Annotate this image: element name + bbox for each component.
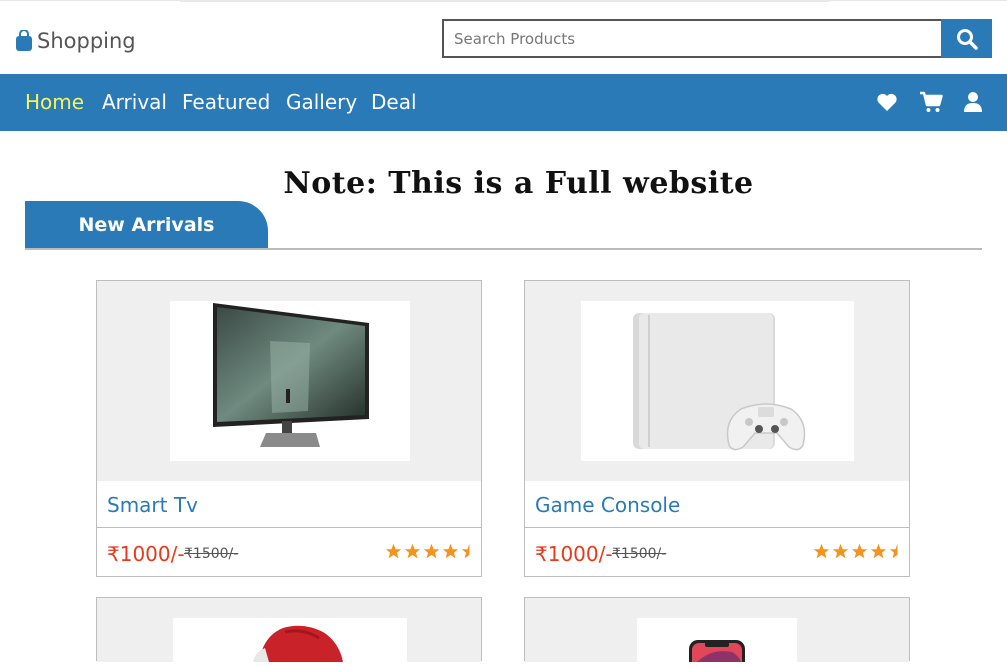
star-half-icon	[889, 543, 898, 559]
product-price: ₹1000/-	[107, 542, 185, 566]
search-button[interactable]	[941, 19, 992, 58]
product-image-area	[525, 281, 909, 481]
product-card[interactable]: Game Console ₹1000/- ₹1500/-	[524, 280, 910, 577]
product-image	[173, 618, 407, 662]
nav-item-gallery[interactable]: Gallery	[286, 90, 357, 114]
section-tabs: New Arrivals	[25, 201, 982, 250]
product-card[interactable]	[96, 597, 482, 662]
product-card[interactable]	[524, 597, 910, 667]
star-rating	[813, 543, 899, 559]
product-image-area	[97, 598, 481, 662]
heart-icon[interactable]	[876, 92, 898, 112]
product-image	[581, 301, 854, 461]
header: Shopping	[0, 4, 1007, 74]
nav-item-featured[interactable]: Featured	[182, 90, 270, 114]
product-image-area	[525, 598, 909, 667]
shoe-image	[253, 625, 343, 662]
user-icon[interactable]	[963, 91, 983, 113]
star-icon	[442, 543, 459, 559]
console-image	[633, 313, 806, 451]
product-image	[637, 618, 797, 667]
product-title[interactable]: Smart Tv	[107, 493, 198, 517]
product-old-price: ₹1500/-	[184, 546, 239, 562]
phone-image	[689, 640, 745, 667]
star-icon	[385, 543, 402, 559]
search-input[interactable]	[442, 19, 941, 58]
shopping-bag-icon	[16, 30, 32, 51]
product-price: ₹1000/-	[535, 542, 613, 566]
star-icon	[870, 543, 887, 559]
logo[interactable]: Shopping	[15, 29, 136, 53]
star-icon	[813, 543, 830, 559]
star-icon	[832, 543, 849, 559]
nav-item-deal[interactable]: Deal	[371, 90, 417, 114]
nav-item-home[interactable]: Home	[25, 90, 84, 114]
tv-image	[213, 303, 369, 447]
main-nav: Home Arrival Featured Gallery Deal	[0, 74, 1007, 131]
nav-item-arrival[interactable]: Arrival	[102, 90, 167, 114]
product-old-price: ₹1500/-	[612, 546, 667, 562]
search-icon	[956, 28, 978, 50]
cart-icon[interactable]	[919, 91, 943, 113]
star-icon	[404, 543, 421, 559]
star-icon	[851, 543, 868, 559]
product-title[interactable]: Game Console	[535, 493, 680, 517]
brand-name: Shopping	[37, 29, 136, 53]
tab-new-arrivals[interactable]: New Arrivals	[25, 201, 268, 248]
star-half-icon	[461, 543, 470, 559]
product-image	[170, 301, 410, 461]
product-card[interactable]: Smart Tv ₹1000/- ₹1500/-	[96, 280, 482, 577]
product-image-area	[97, 281, 481, 481]
star-rating	[385, 543, 471, 559]
star-icon	[423, 543, 440, 559]
note-heading: Note: This is a Full website	[283, 166, 754, 201]
